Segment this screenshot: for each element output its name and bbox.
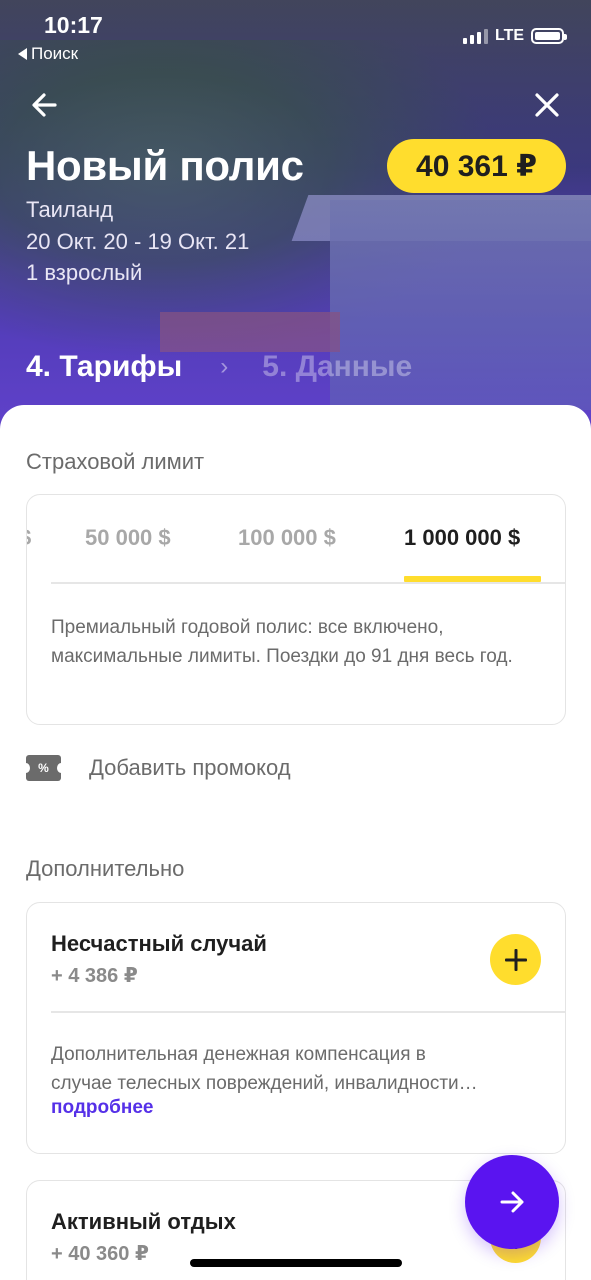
page-title: Новый полис bbox=[26, 142, 304, 189]
option-price: + 4 386 ₽ bbox=[51, 965, 138, 987]
limit-description: Премиальный годовой полис: все включено,… bbox=[51, 617, 513, 667]
status-time: 10:17 bbox=[44, 12, 103, 38]
option-card-accident: Несчастный случай + 4 386 ₽ Дополнительн… bbox=[26, 902, 566, 1154]
step-data[interactable]: 5. Данные bbox=[262, 350, 412, 384]
insurance-limit-label: Страховой лимит bbox=[26, 449, 205, 474]
insurance-limit-card: $ 50 000 $ 100 000 $ 1 000 000 $ Премиал… bbox=[26, 494, 566, 725]
battery-icon bbox=[531, 28, 567, 44]
tabs-divider bbox=[51, 582, 565, 584]
limit-tab-50000[interactable]: 50 000 $ bbox=[85, 525, 171, 551]
arrow-right-icon bbox=[500, 1191, 524, 1213]
option-title: Активный отдых bbox=[51, 1209, 236, 1234]
limit-tab-partial[interactable]: $ bbox=[27, 525, 31, 551]
option-price: + 40 360 ₽ bbox=[51, 1243, 149, 1265]
limit-tabs: $ 50 000 $ 100 000 $ 1 000 000 $ bbox=[27, 495, 565, 584]
content-sheet: Страховой лимит $ 50 000 $ 100 000 $ 1 0… bbox=[0, 405, 591, 1280]
total-price-badge: 40 361 ₽ bbox=[387, 139, 566, 193]
step-indicator: 4. Тарифы › 5. Данные bbox=[26, 350, 412, 384]
option-description: Дополнительная денежная компенсация в сл… bbox=[51, 1044, 478, 1094]
promo-label: Добавить промокод bbox=[89, 755, 291, 780]
option-divider bbox=[51, 1011, 565, 1013]
status-bar: 10:17 Поиск LTE bbox=[0, 0, 591, 70]
next-step-button[interactable] bbox=[465, 1155, 559, 1249]
add-option-plus-icon[interactable] bbox=[490, 934, 541, 985]
limit-tab-100000[interactable]: 100 000 $ bbox=[238, 525, 336, 551]
option-more-link[interactable]: подробнее bbox=[51, 1097, 153, 1119]
trip-dates: 20 Окт. 20 - 19 Окт. 21 bbox=[26, 229, 250, 254]
back-app-label: Поиск bbox=[31, 44, 79, 63]
add-promo-button[interactable]: % Добавить промокод bbox=[22, 755, 291, 781]
additional-label: Дополнительно bbox=[26, 856, 185, 881]
trip-travelers: 1 взрослый bbox=[26, 260, 143, 285]
close-icon[interactable] bbox=[530, 88, 564, 122]
option-title: Несчастный случай bbox=[51, 931, 267, 956]
back-to-app-link[interactable]: Поиск bbox=[18, 44, 78, 64]
promo-ticket-icon: % bbox=[22, 755, 65, 781]
signal-icon bbox=[463, 29, 488, 44]
back-arrow-icon[interactable] bbox=[28, 88, 62, 122]
home-indicator[interactable] bbox=[190, 1259, 402, 1267]
limit-tab-1000000[interactable]: 1 000 000 $ bbox=[404, 525, 520, 551]
chevron-right-icon: › bbox=[220, 353, 229, 380]
back-triangle-icon bbox=[18, 48, 27, 60]
step-tariffs[interactable]: 4. Тарифы bbox=[26, 350, 182, 384]
network-type: LTE bbox=[495, 27, 525, 44]
trip-country: Таиланд bbox=[26, 197, 114, 222]
